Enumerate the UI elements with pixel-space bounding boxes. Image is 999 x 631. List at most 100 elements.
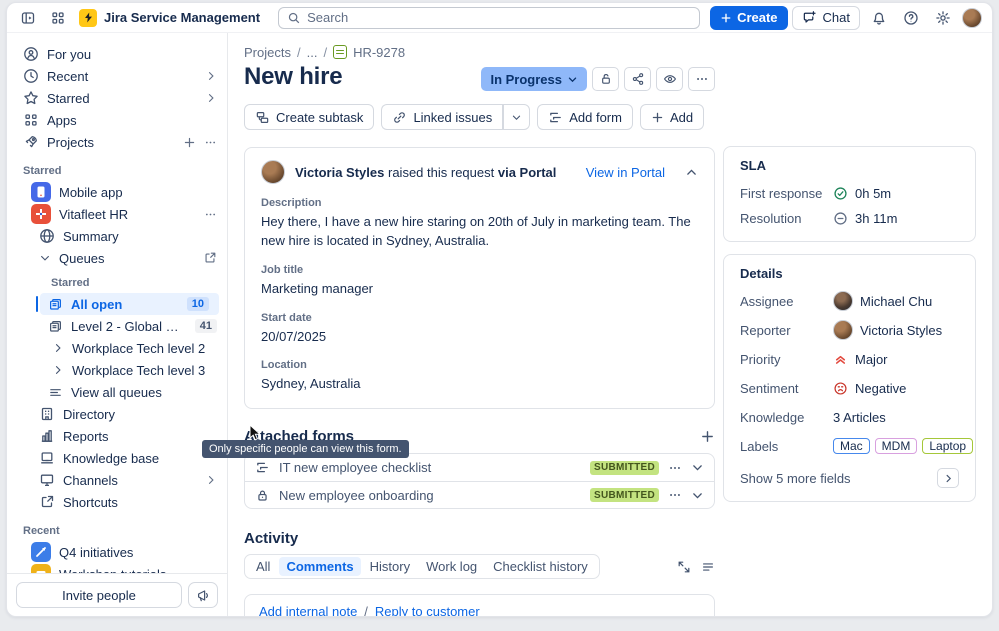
label-chip[interactable]: Laptop [922,438,974,454]
tab-checklist-history[interactable]: Checklist history [486,557,595,576]
expand-icon[interactable] [677,560,691,574]
status-dropdown[interactable]: In Progress [481,67,587,91]
sidebar-toggle-button[interactable] [15,7,41,29]
field-value[interactable]: 20/07/2025 [261,328,698,347]
search-input[interactable] [307,10,692,25]
search-bar[interactable] [278,6,701,29]
linked-issues-dropdown[interactable] [503,104,531,130]
view-in-portal-link[interactable]: View in Portal [586,165,665,180]
form-name[interactable]: IT new employee checklist [279,460,581,475]
help-button[interactable] [898,7,924,29]
sidebar-item-reports[interactable]: Reports [7,425,227,447]
reply-to-customer-link[interactable]: Reply to customer [375,604,480,616]
sidebar-project-mobile-app[interactable]: Mobile app [7,181,227,203]
sla-label: First response [740,185,823,201]
more-icon[interactable] [204,136,217,149]
breadcrumb-issue-key[interactable]: HR-9278 [353,45,405,60]
queue-item-all-open[interactable]: All open 10 [36,293,219,315]
open-panel-icon[interactable] [203,251,217,265]
chevron-down-icon[interactable] [691,489,704,502]
notifications-button[interactable] [866,7,892,29]
form-row-onboarding[interactable]: New employee onboarding SUBMITTED [245,481,714,508]
details-row-labels[interactable]: Labels Mac MDM Laptop [740,436,974,456]
form-name[interactable]: New employee onboarding [279,488,581,503]
sidebar-item-apps[interactable]: Apps [7,109,227,131]
show-more-label: Show 5 more fields [740,470,851,486]
field-value[interactable]: Marketing manager [261,280,698,299]
link-icon [392,110,407,125]
sidebar-item-label: Projects [47,134,94,150]
sidebar-item-summary[interactable]: Summary [7,225,227,247]
queue-group-workplace-tech-2[interactable]: Workplace Tech level 2 [7,337,227,359]
sidebar-item-starred[interactable]: Starred [7,87,227,109]
more-icon[interactable] [668,461,682,475]
create-button[interactable]: Create [710,5,788,30]
jira-logo-icon [79,8,97,27]
sort-lines-icon[interactable] [701,560,715,574]
field-value[interactable]: Sydney, Australia [261,375,698,394]
issue-title[interactable]: New hire [244,63,343,91]
breadcrumb-projects[interactable]: Projects [244,45,291,60]
invite-people-button[interactable]: Invite people [16,582,182,608]
chevron-down-icon[interactable] [691,461,704,474]
recent-item-workshop-tutorials[interactable]: Workshop tutorials [7,563,227,573]
permissions-button[interactable] [592,67,619,91]
composer-separator: / [364,604,368,616]
add-internal-note-link[interactable]: Add internal note [259,604,357,616]
linked-issues-button[interactable]: Linked issues [381,104,503,130]
sidebar-item-queues[interactable]: Queues [7,247,227,269]
chevron-right-icon [205,474,217,486]
label-chip[interactable]: MDM [874,438,918,454]
feedback-button[interactable] [188,582,218,608]
settings-button[interactable] [930,7,956,29]
app-switcher-button[interactable] [45,7,71,29]
details-row-sentiment[interactable]: Sentiment Negative [740,378,959,398]
add-form-button[interactable]: Add form [537,104,633,130]
create-subtask-button[interactable]: Create subtask [244,104,375,130]
add-project-icon[interactable] [183,136,196,149]
share-button[interactable] [624,67,651,91]
tab-comments[interactable]: Comments [279,557,361,577]
queue-item-level2-global-sso[interactable]: Level 2 - Global SSO 41 [7,315,227,337]
sidebar-item-projects[interactable]: Projects [7,131,227,153]
details-row-assignee[interactable]: Assignee Michael Chu [740,291,959,311]
tab-history[interactable]: History [363,557,417,576]
more-icon[interactable] [668,488,682,502]
tab-all[interactable]: All [249,557,277,576]
sidebar-item-shortcuts[interactable]: Shortcuts [7,491,227,513]
details-row-priority[interactable]: Priority Major [740,349,959,369]
monitor-icon [39,472,55,488]
description-label: Description [261,197,322,209]
breadcrumb-ellipsis[interactable]: ... [307,45,318,60]
show-more-button[interactable] [937,468,959,488]
add-button[interactable]: Add [639,104,705,130]
sidebar-item-for-you[interactable]: For you [7,43,227,65]
details-row-reporter[interactable]: Reporter Victoria Styles [740,320,959,340]
sidebar-item-knowledge-base[interactable]: Knowledge base [7,447,227,469]
recent-item-q4-initiatives[interactable]: Q4 initiatives [7,541,227,563]
chat-button[interactable]: Chat [791,5,860,30]
sla-row-resolution[interactable]: Resolution 3h 11m [740,208,959,228]
sidebar-project-vitafleet-hr[interactable]: Vitafleet HR [7,203,227,225]
details-row-knowledge[interactable]: Knowledge 3 Articles [740,407,959,427]
comment-composer[interactable]: Add internal note / Reply to customer [244,594,715,616]
tab-work-log[interactable]: Work log [419,557,484,576]
user-avatar[interactable] [962,7,982,28]
sidebar-item-recent[interactable]: Recent [7,65,227,87]
megaphone-icon [196,588,211,603]
queue-group-workplace-tech-3[interactable]: Workplace Tech level 3 [7,359,227,381]
more-icon[interactable] [204,208,217,221]
show-more-fields-row[interactable]: Show 5 more fields [740,468,959,488]
label-chip[interactable]: Mac [833,438,870,454]
sidebar-item-channels[interactable]: Channels [7,469,227,491]
description-text[interactable]: Hey there, I have a new hire staring on … [261,213,698,251]
watch-button[interactable] [656,67,683,91]
queue-item-view-all[interactable]: View all queues [7,381,227,403]
sla-row-first-response[interactable]: First response 0h 5m [740,183,959,203]
app-logo[interactable]: Jira Service Management [75,8,266,27]
sidebar-item-directory[interactable]: Directory [7,403,227,425]
add-form-plus-icon[interactable] [700,429,715,444]
collapse-chevron-up-icon[interactable] [685,166,698,179]
more-actions-button[interactable] [688,67,715,91]
form-row-it-checklist[interactable]: IT new employee checklist SUBMITTED [245,454,714,481]
